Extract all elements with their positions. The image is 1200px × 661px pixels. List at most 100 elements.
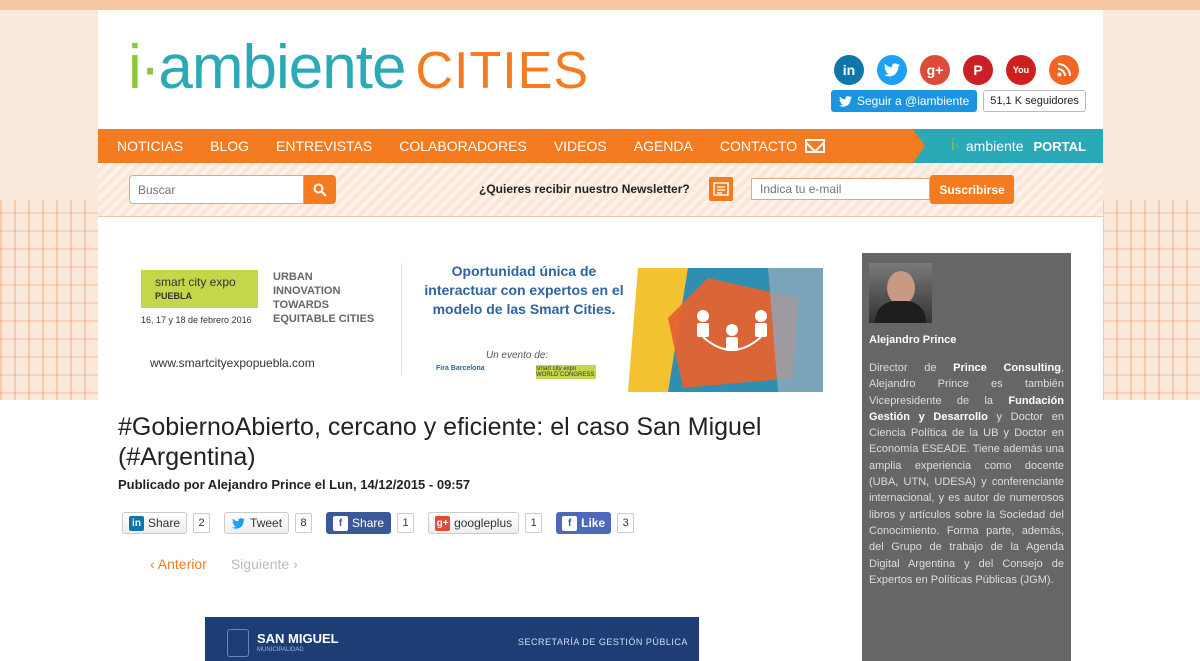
search-input[interactable] [129, 175, 304, 204]
twitter-follow-label: Seguir a @iambiente [857, 94, 970, 108]
facebook-share-group: f Share 1 [326, 512, 415, 534]
banner-divider [401, 263, 402, 375]
background-city-illustration-right [1102, 200, 1200, 430]
article-meta: Publicado por Alejandro Prince el Lun, 1… [118, 477, 471, 492]
twitter-share-group: Tweet 8 [224, 512, 313, 534]
tweet-label: Tweet [250, 516, 283, 530]
facebook-icon: f [562, 515, 578, 531]
smart-city-expo-banner-ad[interactable]: smart city expo PUEBLA 16, 17 y 18 de fe… [138, 253, 823, 392]
author-bio-part: Director de [869, 362, 954, 374]
nav-item-contacto-label: CONTACTO [719, 138, 798, 154]
linkedin-share-group: in Share 2 [122, 512, 211, 534]
background-city-illustration-left [0, 200, 98, 430]
social-links: in g+ P You [834, 55, 1079, 85]
smart-city-expo-logo: smart city expo PUEBLA [141, 270, 258, 308]
main-nav: NOTICIAS BLOG ENTREVISTAS COLABORADORES … [98, 129, 1103, 163]
mail-icon [805, 139, 826, 153]
background-top-band [0, 0, 1200, 10]
newsletter-icon [709, 177, 733, 201]
nav-item-contacto[interactable]: CONTACTO [719, 138, 826, 154]
facebook-like-label: Like [581, 516, 606, 530]
googleplus-share-group: g+ googleplus 1 [428, 512, 543, 534]
banner-network-graphic [628, 268, 823, 392]
logo-cities: CITIES [415, 42, 590, 100]
facebook-share-button[interactable]: f Share [326, 512, 392, 534]
banner-middle: Oportunidad única de interactuar con exp… [406, 253, 628, 387]
portal-label: PORTAL [1033, 138, 1086, 154]
image-section-title: SECRETARÍA DE GESTIÓN PÚBLICA [518, 637, 688, 647]
newsletter-email-input[interactable] [751, 178, 930, 200]
banner-urban-tagline: URBAN INNOVATION TOWARDS EQUITABLE CITIE… [273, 271, 375, 325]
linkedin-icon: in [129, 515, 144, 531]
article-pager: ‹ Anterior Siguiente › [150, 556, 298, 572]
page-container: i· ambiente CITIES in g+ P You Seguir a … [98, 10, 1103, 661]
header: i· ambiente CITIES in g+ P You Seguir a … [98, 10, 1103, 128]
facebook-share-count: 1 [397, 513, 415, 533]
logo-ambiente: ambiente [158, 33, 406, 102]
banner-dates: 16, 17 y 18 de febrero 2016 [141, 315, 252, 325]
author-bio: Director de Prince Consulting, Alejandro… [869, 360, 1064, 588]
facebook-like-count: 3 [617, 513, 635, 533]
portal-logo-i: i· [951, 137, 960, 154]
nav-item-videos[interactable]: VIDEOS [554, 138, 607, 154]
banner-left: smart city expo PUEBLA 16, 17 y 18 de fe… [138, 253, 406, 387]
search-button[interactable] [304, 175, 336, 204]
rss-icon[interactable] [1049, 55, 1079, 85]
twitter-bird-icon [839, 95, 852, 107]
subscribe-button[interactable]: Suscribirse [930, 175, 1014, 204]
banner-logo-city: PUEBLA [155, 291, 193, 301]
newsletter-label: ¿Quieres recibir nuestro Newsletter? [479, 182, 690, 196]
san-miguel-shield-icon [227, 629, 249, 657]
linkedin-share-button[interactable]: in Share [122, 512, 188, 534]
share-buttons: in Share 2 Tweet 8 f Share 1 g+ googlepl… [122, 512, 648, 534]
twitter-icon [231, 516, 246, 531]
tweet-count: 8 [295, 513, 313, 533]
article-header-image: SAN MIGUEL MUNICIPALIDAD SECRETARÍA DE G… [205, 617, 699, 661]
linkedin-share-label: Share [148, 516, 181, 530]
banner-partner-logos: Fira Barcelona smart city expo WORLD CON… [436, 365, 596, 379]
twitter-follower-count[interactable]: 51,1 K seguidores [983, 90, 1086, 112]
twitter-icon[interactable] [877, 55, 907, 85]
facebook-like-button[interactable]: f Like [556, 512, 612, 534]
facebook-icon: f [333, 515, 349, 531]
site-logo[interactable]: i· ambiente CITIES [128, 32, 589, 103]
logo-i: i· [128, 33, 160, 102]
banner-headline: Oportunidad única de interactuar con exp… [424, 263, 624, 317]
portal-logo-ambiente: ambiente [965, 138, 1024, 154]
pinterest-icon[interactable]: P [963, 55, 993, 85]
previous-article-link[interactable]: ‹ Anterior [150, 556, 207, 572]
search-newsletter-bar: ¿Quieres recibir nuestro Newsletter? Sus… [98, 163, 1103, 217]
linkedin-icon[interactable]: in [834, 55, 864, 85]
youtube-icon-label: You [1012, 65, 1030, 75]
image-org-name: SAN MIGUEL [257, 631, 339, 646]
sce-world-congress-logo: smart city expo WORLD CONGRESS [536, 365, 596, 379]
search-icon [313, 183, 327, 197]
author-name[interactable]: Alejandro Prince [869, 334, 1064, 346]
twitter-follow: Seguir a @iambiente 51,1 K seguidores [831, 90, 1086, 112]
banner-logo-main: smart city expo [155, 275, 236, 289]
next-article-link: Siguiente › [230, 556, 298, 572]
portal-link[interactable]: i· ambiente PORTAL [913, 129, 1103, 163]
googleplus-share-button[interactable]: g+ googleplus [428, 512, 520, 534]
author-avatar [869, 263, 932, 323]
article-title: #GobiernoAbierto, cercano y eficiente: e… [118, 413, 762, 471]
googleplus-icon: g+ [435, 515, 451, 531]
facebook-share-label: Share [352, 516, 385, 530]
nav-item-entrevistas[interactable]: ENTREVISTAS [276, 138, 372, 154]
banner-url: www.smartcityexpopuebla.com [150, 356, 315, 370]
youtube-icon[interactable]: You [1006, 55, 1036, 85]
nav-item-agenda[interactable]: AGENDA [634, 138, 693, 154]
twitter-follow-button[interactable]: Seguir a @iambiente [831, 90, 978, 112]
nav-item-colaboradores[interactable]: COLABORADORES [399, 138, 527, 154]
author-sidebar: Alejandro Prince Director de Prince Cons… [862, 253, 1071, 661]
author-bio-company: Prince Consulting [953, 362, 1061, 374]
nav-item-noticias[interactable]: NOTICIAS [117, 138, 183, 154]
image-org-sub: MUNICIPALIDAD [257, 647, 304, 653]
nav-item-blog[interactable]: BLOG [210, 138, 249, 154]
linkedin-share-count: 2 [193, 513, 211, 533]
facebook-like-group: f Like 3 [556, 512, 635, 534]
tweet-button[interactable]: Tweet [224, 512, 290, 534]
googleplus-share-label: googleplus [454, 516, 513, 530]
googleplus-icon[interactable]: g+ [920, 55, 950, 85]
banner-event-by: Un evento de: [485, 350, 549, 361]
